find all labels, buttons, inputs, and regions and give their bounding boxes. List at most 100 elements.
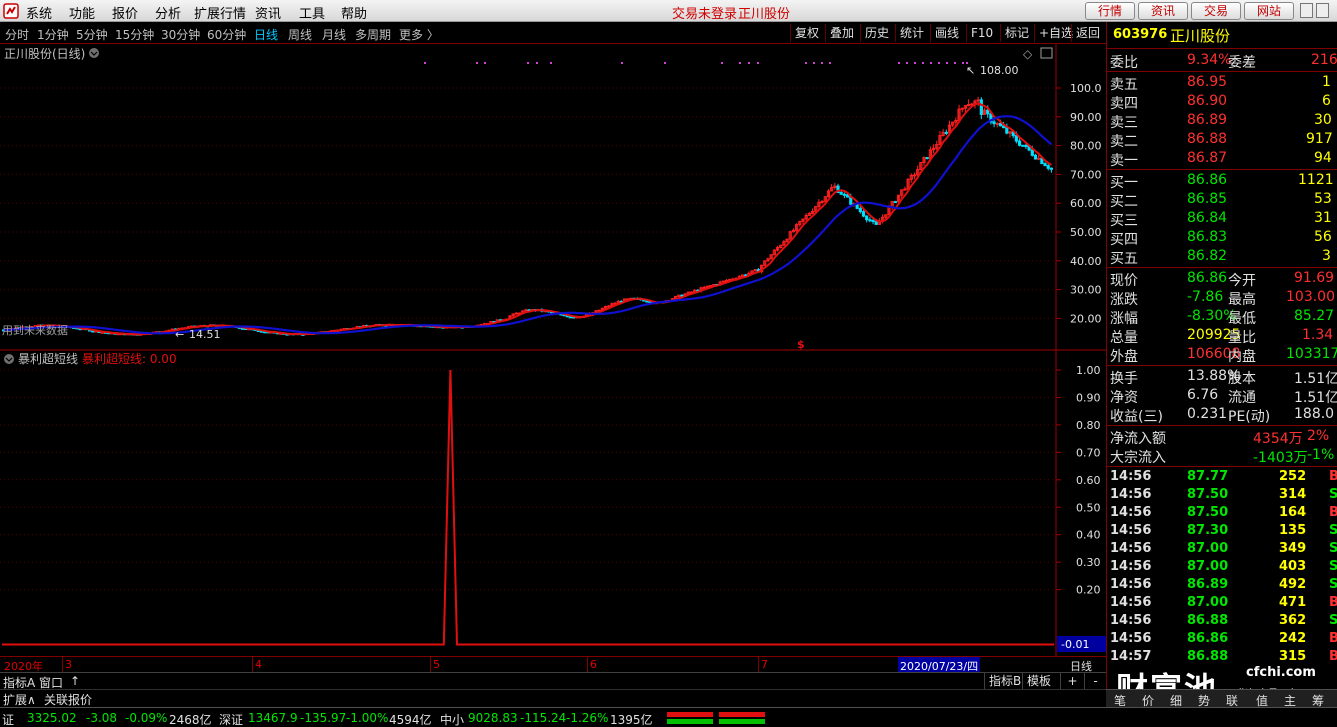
- zoom-in-button[interactable]: +: [1060, 673, 1084, 689]
- period-30min[interactable]: 30分钟: [161, 26, 200, 43]
- tick-volume: 492: [1279, 577, 1307, 592]
- quote-panel-tabs: 笔 价 细 势 联 值 主 筹: [1106, 689, 1337, 708]
- period-15min[interactable]: 15分钟: [115, 26, 154, 43]
- fund-value: 6.76: [1187, 387, 1219, 403]
- menu-system[interactable]: 系统: [26, 3, 52, 22]
- diamond-icon[interactable]: ◇: [1023, 47, 1033, 61]
- period-monthly[interactable]: 月线: [322, 26, 346, 43]
- weibi-label: 委比: [1110, 55, 1138, 71]
- bid-price: 86.84: [1187, 210, 1228, 226]
- ask-price: 86.87: [1187, 150, 1228, 166]
- indicator-title: 暴利超短线: [18, 351, 78, 366]
- quote-row: 买二 86.85 53: [1107, 190, 1337, 210]
- fund-label: 净资: [1110, 390, 1138, 406]
- sh-label[interactable]: 证: [2, 711, 14, 727]
- minimize-button[interactable]: [1300, 3, 1313, 18]
- candle-body: [893, 201, 897, 204]
- menu-quote[interactable]: 报价: [112, 3, 138, 22]
- ask-label: 卖一: [1110, 153, 1138, 169]
- candle-body: [613, 302, 617, 305]
- quote-row: 卖二 86.88 917: [1107, 130, 1337, 150]
- period-more[interactable]: 更多 〉: [399, 26, 439, 43]
- candle-body: [607, 305, 611, 308]
- maximize-chart-icon[interactable]: [1040, 47, 1053, 59]
- tick-volume: 164: [1279, 505, 1307, 520]
- period-5min[interactable]: 5分钟: [76, 26, 108, 43]
- tick-time: 14:56: [1110, 631, 1152, 646]
- quote-row: 净流入额 4354万 2%: [1107, 427, 1337, 447]
- tick-direction: B: [1329, 469, 1337, 484]
- adjust-button[interactable]: 复权: [790, 24, 823, 42]
- tab-indicator-b[interactable]: 指标B: [984, 673, 1025, 689]
- stat-value: 103317: [1286, 346, 1337, 362]
- candle-body: [1014, 135, 1018, 142]
- tick-price: 86.86: [1187, 631, 1229, 646]
- period-60min[interactable]: 60分钟: [207, 26, 246, 43]
- menu-tools[interactable]: 工具: [299, 3, 325, 22]
- candle-body: [912, 174, 917, 177]
- stat-label: 总量: [1110, 330, 1138, 346]
- zoom-out-button[interactable]: -: [1084, 673, 1106, 689]
- period-tick[interactable]: 分时: [5, 26, 29, 43]
- mark-button[interactable]: 标记: [1000, 24, 1033, 42]
- trade-button[interactable]: 交易: [1191, 2, 1241, 20]
- chart-svg[interactable]: 100.0 90.00 80.00 70.00 60.00 50.00 40.00 30.00…: [0, 44, 1106, 656]
- ask-label: 卖二: [1110, 134, 1138, 150]
- ask-volume: 94: [1314, 150, 1332, 166]
- price-tick-label: 30.00: [1070, 284, 1102, 297]
- candle-body: [1021, 144, 1025, 147]
- quote-row: 卖一 86.87 94: [1107, 149, 1337, 169]
- tab-extend[interactable]: 扩展∧: [3, 691, 36, 708]
- menu-analysis[interactable]: 分析: [155, 3, 181, 22]
- menu-help[interactable]: 帮助: [341, 3, 367, 22]
- tick-time: 14:56: [1110, 595, 1152, 610]
- tick-row: 14:56 86.89 492 S: [1107, 576, 1337, 594]
- quote-row: 收益(三) 0.231 PE(动) 188.0: [1107, 405, 1337, 425]
- fund-label: PE(动): [1228, 409, 1271, 425]
- news-button[interactable]: 资讯: [1138, 2, 1188, 20]
- indicator-menu-icon[interactable]: [4, 354, 14, 364]
- status-bar: 证 3325.02 -3.08 -0.09% 2468亿 深证 13467.9 …: [0, 707, 1337, 727]
- quote-row: 现价 86.86 今开 91.69: [1107, 269, 1337, 289]
- tab-related-quote[interactable]: 关联报价: [44, 691, 92, 708]
- ask-volume: 917: [1306, 131, 1333, 147]
- tick-row: 14:56 86.88 362 S: [1107, 612, 1337, 630]
- quote-row: 总量 209925 量比 1.34: [1107, 326, 1337, 346]
- f10-button[interactable]: F10: [966, 24, 997, 42]
- chart-menu-icon[interactable]: [89, 48, 99, 58]
- template-button[interactable]: 模板: [1022, 673, 1055, 689]
- price-tick-label: 70.00: [1070, 168, 1102, 181]
- period-toolbar: 分时 1分钟 5分钟 15分钟 30分钟 60分钟 日线 周线 月线 多周期 更…: [0, 22, 1106, 44]
- period-1min[interactable]: 1分钟: [37, 26, 69, 43]
- overlay-button[interactable]: 叠加: [825, 24, 858, 42]
- date-month-5: 5: [433, 658, 440, 671]
- period-daily[interactable]: 日线: [254, 26, 278, 43]
- period-multi[interactable]: 多周期: [355, 26, 391, 43]
- ask-price: 86.88: [1187, 131, 1228, 147]
- draw-button[interactable]: 画线: [930, 24, 963, 42]
- tick-price: 87.00: [1187, 595, 1229, 610]
- period-weekly[interactable]: 周线: [288, 26, 312, 43]
- fund-value: 1.51亿: [1294, 371, 1337, 387]
- quote-row: 买四 86.83 56: [1107, 228, 1337, 248]
- sh-percent: -0.09%: [125, 711, 168, 725]
- ask-volume: 1: [1322, 74, 1331, 90]
- candle-body: [979, 99, 983, 115]
- website-button[interactable]: 网站: [1244, 2, 1294, 20]
- sz-label[interactable]: 深证: [219, 711, 243, 727]
- menu-extended-market[interactable]: 扩展行情: [194, 3, 246, 22]
- history-button[interactable]: 历史: [860, 24, 893, 42]
- chart-area[interactable]: 100.0 90.00 80.00 70.00 60.00 50.00 40.00 30.00…: [0, 44, 1106, 656]
- indicator-tick-label: 0.80: [1076, 419, 1101, 432]
- zx-label[interactable]: 中小: [440, 711, 464, 727]
- up-arrow-icon[interactable]: ↑: [70, 674, 80, 688]
- menu-function[interactable]: 功能: [69, 3, 95, 22]
- back-button[interactable]: 返回: [1071, 24, 1104, 42]
- fund-value: 1.51亿: [1294, 390, 1337, 406]
- fund-value: 0.231: [1187, 406, 1228, 422]
- close-button[interactable]: [1316, 3, 1329, 18]
- quote-button[interactable]: 行情: [1085, 2, 1135, 20]
- app-logo-icon: [3, 3, 19, 19]
- stats-button[interactable]: 统计: [895, 24, 928, 42]
- menu-news[interactable]: 资讯: [255, 3, 281, 22]
